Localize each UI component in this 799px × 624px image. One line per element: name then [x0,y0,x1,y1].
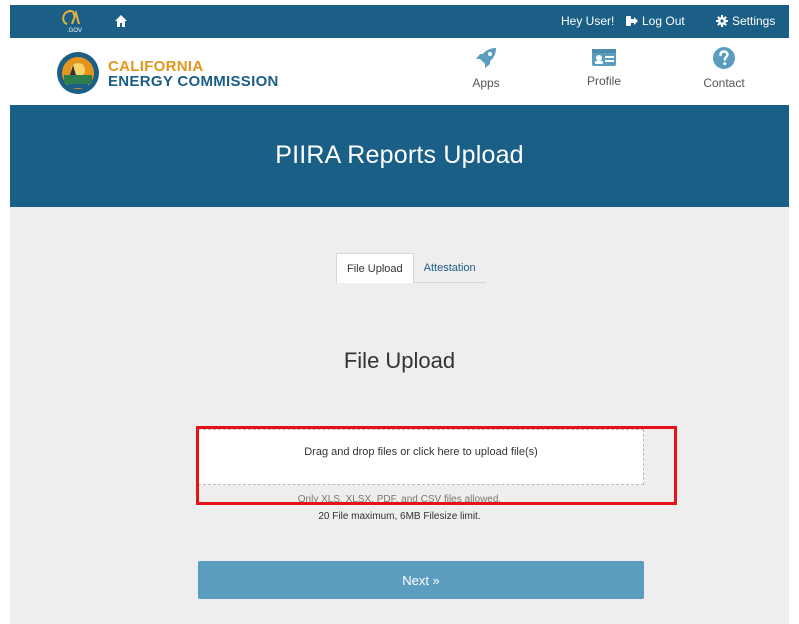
tab-attestation[interactable]: Attestation [414,253,486,283]
next-button[interactable]: Next » [198,561,644,599]
settings-link[interactable]: Settings [716,14,775,28]
logout-link[interactable]: Log Out [626,14,685,28]
page-title: PIIRA Reports Upload [275,141,524,169]
ca-gov-logo-icon[interactable]: .GOV [58,8,86,34]
file-limit-text: 20 File maximum, 6MB Filesize limit. [318,511,481,522]
allowed-types-text: Only XLS, XLSX, PDF, and CSV files allow… [297,494,502,505]
logout-label: Log Out [642,14,685,28]
greeting-label: Hey User! [561,14,615,28]
nav-apps-label: Apps [472,76,500,90]
energy-commission-seal-icon[interactable] [56,51,100,95]
page-frame: .GOV Hey User! Log Out Settings CALIFORN… [10,5,789,624]
rocket-icon [476,48,496,68]
question-icon [713,47,735,69]
site-header: CALIFORNIA ENERGY COMMISSION Apps Profil… [10,38,789,105]
top-bar: .GOV Hey User! Log Out Settings [10,5,789,38]
nav-profile[interactable]: Profile [569,46,639,88]
page-banner: PIIRA Reports Upload [10,105,789,207]
brand-name[interactable]: CALIFORNIA ENERGY COMMISSION [108,59,279,89]
settings-label: Settings [732,14,776,28]
home-icon[interactable] [114,14,128,28]
dropzone-text: Drag and drop files or click here to upl… [304,446,538,458]
nav-contact-label: Contact [703,76,745,90]
brand-line-1: CALIFORNIA [108,58,204,75]
brand-line-2: ENERGY COMMISSION [108,73,279,90]
nav-contact[interactable]: Contact [689,46,759,90]
upload-tabs: File Upload Attestation [336,253,486,283]
gear-icon [716,15,728,27]
nav-apps[interactable]: Apps [451,46,521,90]
file-dropzone[interactable]: Drag and drop files or click here to upl… [198,429,644,485]
section-title: File Upload [343,348,456,373]
logout-icon [626,16,638,26]
id-card-icon [592,49,616,66]
svg-text:.GOV: .GOV [67,28,82,34]
tab-file-upload[interactable]: File Upload [336,253,414,283]
nav-profile-label: Profile [586,74,621,88]
greeting-link[interactable]: Hey User! [561,14,614,28]
